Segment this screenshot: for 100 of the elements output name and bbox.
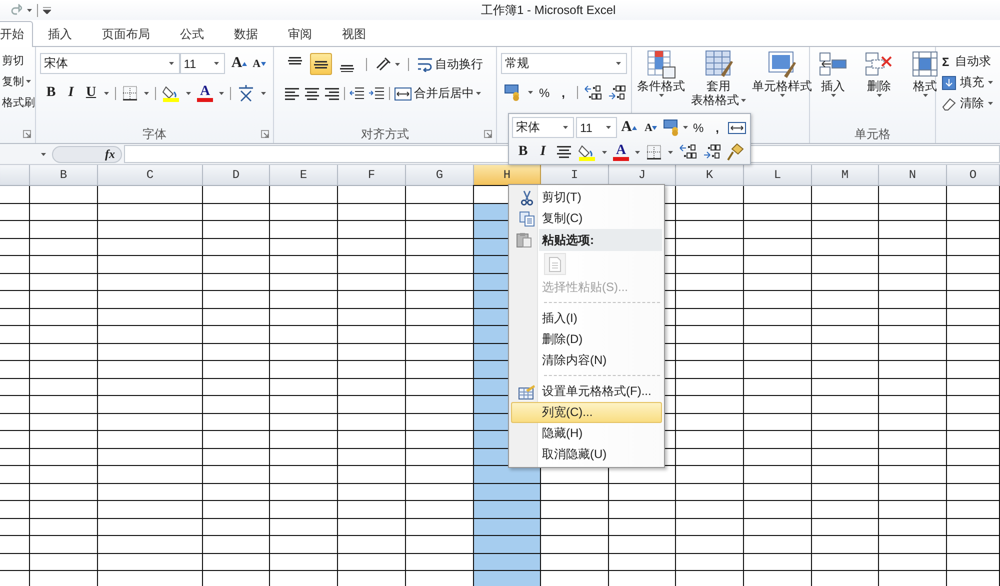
cells-button[interactable]: 格式 [910,49,940,97]
number-format-field[interactable]: 常规 [501,53,627,74]
caret-icon[interactable] [214,62,220,65]
selected-cell[interactable] [474,501,541,518]
style-button[interactable]: 套用 表格格式 [691,49,746,107]
column-header[interactable]: K [676,165,744,186]
cut-button[interactable]: 剪切 [2,53,35,68]
copy-icon[interactable] [519,210,535,226]
customize-icon[interactable] [43,6,51,14]
ribbon-tab[interactable]: 审阅 [273,22,327,46]
selected-cell[interactable] [474,536,541,554]
caret-icon[interactable] [27,8,32,12]
borders-icon[interactable] [646,144,662,160]
shrink-font-button[interactable]: A [641,122,661,134]
caret-icon[interactable] [261,92,266,94]
caret-icon[interactable] [830,94,836,97]
format-cells-icon[interactable] [910,49,940,79]
comma-button[interactable]: , [556,86,572,100]
column-header[interactable]: F [338,165,406,186]
caret-icon[interactable] [186,92,191,94]
caret-icon[interactable] [476,92,481,95]
format-painter-icon[interactable] [727,143,745,161]
clipboard-icon[interactable] [516,232,532,248]
menu-item[interactable]: 列宽(C)... [511,402,662,423]
underline-button[interactable]: U [84,85,98,101]
column-header[interactable]: N [879,165,947,186]
grow-font-button[interactable]: A [619,119,639,136]
cells-button[interactable]: 删除 [864,49,894,97]
caret-icon[interactable] [668,150,673,154]
column-header[interactable]: C [98,165,203,186]
font-color-button[interactable]: A [613,144,629,160]
caret-icon[interactable] [104,92,109,94]
selected-cell[interactable] [474,554,541,571]
fill-color-icon[interactable] [162,84,180,102]
align-center-icon[interactable] [556,145,572,159]
caret-icon[interactable] [563,126,568,129]
font-size-field[interactable]: 11 [180,53,226,74]
caret-icon[interactable] [988,102,993,105]
caret-icon[interactable] [780,94,784,97]
align-right-icon[interactable] [324,86,340,100]
ribbon-tab[interactable]: 开始 [0,21,33,47]
eraser-icon[interactable] [942,96,956,110]
caret-icon[interactable] [144,92,149,94]
ribbon-tab[interactable]: 数据 [219,22,273,46]
bold-button[interactable]: B [516,144,530,160]
column-header[interactable]: E [270,165,338,186]
column-header[interactable]: J [609,165,676,186]
grow-font-button[interactable]: A [229,55,250,72]
menu-item[interactable]: 剪切(T) [511,187,662,208]
wrap-text-icon[interactable] [417,56,433,72]
caret-icon[interactable] [988,81,993,84]
clear-button[interactable]: 清除 [942,95,996,112]
up-arrow-icon[interactable] [242,62,248,66]
increase-indent-icon[interactable] [369,86,385,100]
scissors-icon[interactable] [519,190,535,206]
menu-item[interactable]: 复制(C) [511,208,662,229]
fill-color-icon[interactable] [578,143,596,161]
increase-decimal-icon[interactable] [679,144,697,160]
caret-icon[interactable] [395,62,400,66]
column-header[interactable]: L [744,165,812,186]
decrease-indent-icon[interactable] [349,86,365,100]
menu-item[interactable]: 清除内容(N) [511,350,662,371]
dialog-launcher-icon[interactable] [261,130,269,138]
selected-cell[interactable] [474,518,541,536]
ribbon-tab[interactable]: 视图 [327,22,381,46]
down-arrow-icon[interactable] [260,62,266,66]
autosum-button[interactable]: Σ 自动求 [942,53,996,70]
dialog-launcher-icon[interactable] [484,130,492,138]
caret-icon[interactable] [658,94,664,97]
align-center-icon[interactable] [304,86,320,100]
insert-function-button[interactable]: fx [105,146,115,162]
wrap-text-button[interactable]: 自动换行 [417,56,483,72]
column-header[interactable]: G [406,165,474,186]
menu-item[interactable]: 隐藏(H) [511,423,662,444]
menu-item[interactable]: 插入(I) [511,308,662,329]
ribbon-tab[interactable]: 插入 [33,22,87,46]
menu-item[interactable]: 取消隐藏(U) [511,444,662,465]
caret-icon[interactable] [168,62,174,65]
font-size-field[interactable]: 11 [576,117,617,138]
conditional-format-icon[interactable] [646,49,676,79]
column-header[interactable]: I [541,165,609,186]
italic-button[interactable]: I [64,85,78,101]
copy-button[interactable]: 复制 [2,74,24,89]
column-header[interactable]: D [203,165,270,186]
merge-cells-icon[interactable] [728,120,746,134]
caret-icon[interactable] [616,62,621,65]
font-color-button[interactable]: A [197,84,213,102]
bold-button[interactable]: B [44,85,58,101]
cells-button[interactable]: 插入 [818,49,848,97]
format-painter-button[interactable]: 格式刷 [2,95,35,110]
format-cells-icon[interactable] [518,384,536,400]
decrease-decimal-icon[interactable] [608,84,626,100]
phonetic-guide-icon[interactable] [237,84,255,102]
dialog-launcher-icon[interactable] [23,130,31,138]
column-header[interactable]: B [30,165,98,186]
text-orientation-icon[interactable] [375,56,391,72]
shrink-font-button[interactable]: A [249,58,270,70]
caret-icon[interactable] [683,126,688,129]
column-header[interactable]: M [812,165,879,186]
align-left-icon[interactable] [284,86,300,100]
